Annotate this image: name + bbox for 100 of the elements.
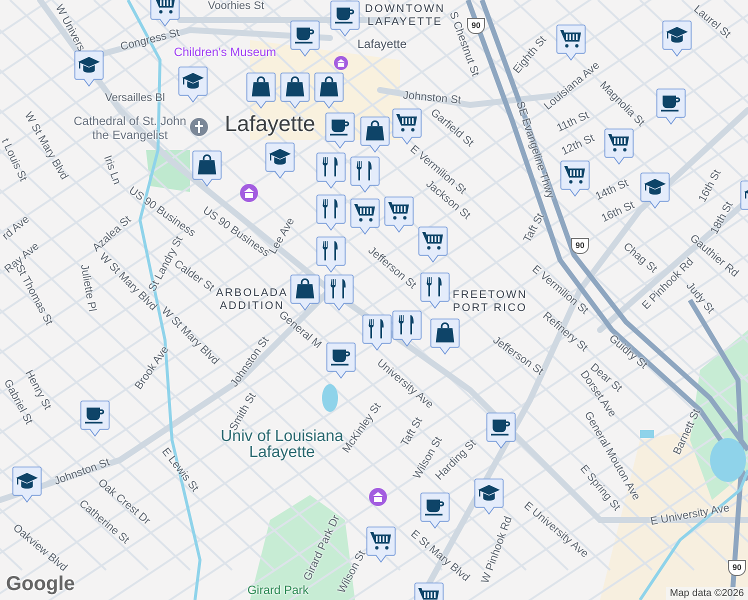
map-pin[interactable] — [290, 274, 320, 311]
shopping-cart-icon — [560, 30, 581, 48]
map-pin[interactable] — [604, 128, 634, 165]
station-label: Lafayette — [357, 37, 407, 51]
area-label: DOWNTOWN LAFAYETTE — [364, 3, 446, 29]
shopping-bag-icon — [286, 76, 304, 96]
shopping-cart-icon — [154, 0, 175, 14]
street-label: rd Ave — [0, 213, 32, 243]
pond — [640, 430, 654, 438]
church-cross-icon[interactable] — [190, 118, 208, 136]
highway-shield: 90 — [728, 560, 746, 576]
map-pin[interactable] — [392, 310, 422, 347]
fork-and-knife-icon — [322, 199, 338, 218]
map-pin[interactable] — [178, 66, 208, 103]
map-pin[interactable] — [316, 152, 346, 189]
map-pin[interactable] — [350, 156, 380, 193]
map-pin[interactable] — [330, 0, 360, 37]
map-pin[interactable] — [316, 236, 346, 273]
coffee-cup-icon — [335, 8, 354, 24]
map-pin[interactable] — [640, 172, 670, 209]
map-pin[interactable] — [430, 318, 460, 355]
coffee-cup-icon — [491, 420, 510, 436]
street-label: Johnston St — [402, 90, 462, 106]
park-label: Girard Park — [247, 583, 309, 597]
map-pin[interactable] — [280, 72, 310, 109]
street-label: 12th St — [560, 132, 596, 158]
coffee-cup-icon — [425, 500, 444, 516]
pond — [322, 384, 338, 412]
map-pin[interactable] — [420, 272, 450, 309]
map-pin[interactable] — [474, 478, 504, 515]
map-pin[interactable] — [326, 342, 356, 379]
area-label: FREETOWN PORT RICO — [452, 289, 528, 315]
map-pin[interactable] — [290, 20, 320, 57]
fork-and-knife-icon — [356, 161, 372, 180]
map-pin[interactable] — [192, 150, 222, 187]
street-label: Iris Ln — [101, 154, 123, 186]
map-pin[interactable] — [366, 526, 396, 563]
shopping-cart-icon — [418, 588, 439, 600]
map-pin[interactable] — [314, 72, 344, 109]
shopping-bag-icon — [366, 120, 384, 140]
museum-icon[interactable] — [240, 184, 258, 202]
graduation-cap-icon — [666, 26, 688, 43]
map-pin[interactable] — [556, 24, 586, 61]
map-attribution: Map data ©2026 — [666, 587, 748, 600]
fork-and-knife-icon — [322, 157, 338, 176]
graduation-cap-icon — [478, 484, 500, 501]
graduation-cap-icon — [644, 178, 666, 195]
highway-shield: 90 — [571, 238, 589, 254]
map-pin[interactable] — [246, 72, 276, 109]
shopping-cart-icon — [396, 114, 417, 132]
map-pin[interactable] — [420, 492, 450, 529]
map-pin[interactable] — [486, 412, 516, 449]
shopping-cart-icon — [370, 532, 391, 550]
map-pin[interactable] — [324, 274, 354, 311]
coffee-cup-icon — [85, 408, 104, 424]
shopping-bag-icon — [320, 76, 338, 96]
street-label: Juliette Pl — [78, 263, 98, 313]
city-label: Lafayette — [224, 111, 316, 137]
map-pin[interactable] — [80, 400, 110, 437]
graduation-cap-icon — [78, 56, 100, 73]
shopping-bag-icon — [436, 322, 454, 342]
map-pin[interactable] — [350, 198, 380, 235]
fork-and-knife-icon — [330, 279, 346, 298]
map-pin[interactable] — [12, 466, 42, 503]
map-pin[interactable] — [662, 20, 692, 57]
fork-and-knife-icon — [322, 241, 338, 260]
museum-label: Children's Museum — [174, 45, 276, 59]
map-pin[interactable] — [265, 142, 295, 179]
coffee-cup-icon — [661, 96, 680, 112]
map-pin[interactable] — [656, 88, 686, 125]
street-label: 11th St — [555, 109, 591, 135]
museum-icon[interactable] — [369, 488, 387, 506]
shopping-bag-icon — [252, 76, 270, 96]
pond — [710, 438, 746, 482]
map-pin[interactable] — [560, 160, 590, 197]
shopping-bag-icon — [296, 278, 314, 298]
map-pin[interactable] — [150, 0, 180, 27]
park-area — [146, 150, 190, 192]
graduation-cap-icon — [182, 72, 204, 89]
graduation-cap-icon — [16, 472, 38, 489]
coffee-cup-icon — [331, 350, 350, 366]
street-label: Girard Park Dr — [302, 513, 342, 583]
map-pin[interactable] — [384, 196, 414, 233]
google-logo: Google — [6, 573, 75, 596]
map-pin[interactable] — [362, 314, 392, 351]
map-pin[interactable] — [325, 112, 355, 149]
street-label: Taft St — [399, 416, 425, 448]
coffee-cup-icon — [330, 120, 350, 136]
map-pin[interactable] — [392, 108, 422, 145]
shopping-bag-icon — [198, 154, 216, 174]
map-pin[interactable] — [74, 50, 104, 87]
map-pin[interactable] — [418, 226, 448, 263]
fork-and-knife-icon — [368, 319, 384, 338]
shopping-cart-icon — [354, 204, 375, 222]
museum-icon[interactable] — [334, 56, 348, 70]
graduation-cap-icon — [269, 148, 291, 165]
map-pin[interactable] — [360, 116, 390, 153]
street-label: Voorhies St — [208, 0, 264, 12]
shopping-cart-icon — [422, 232, 443, 250]
map-pin[interactable] — [316, 194, 346, 231]
